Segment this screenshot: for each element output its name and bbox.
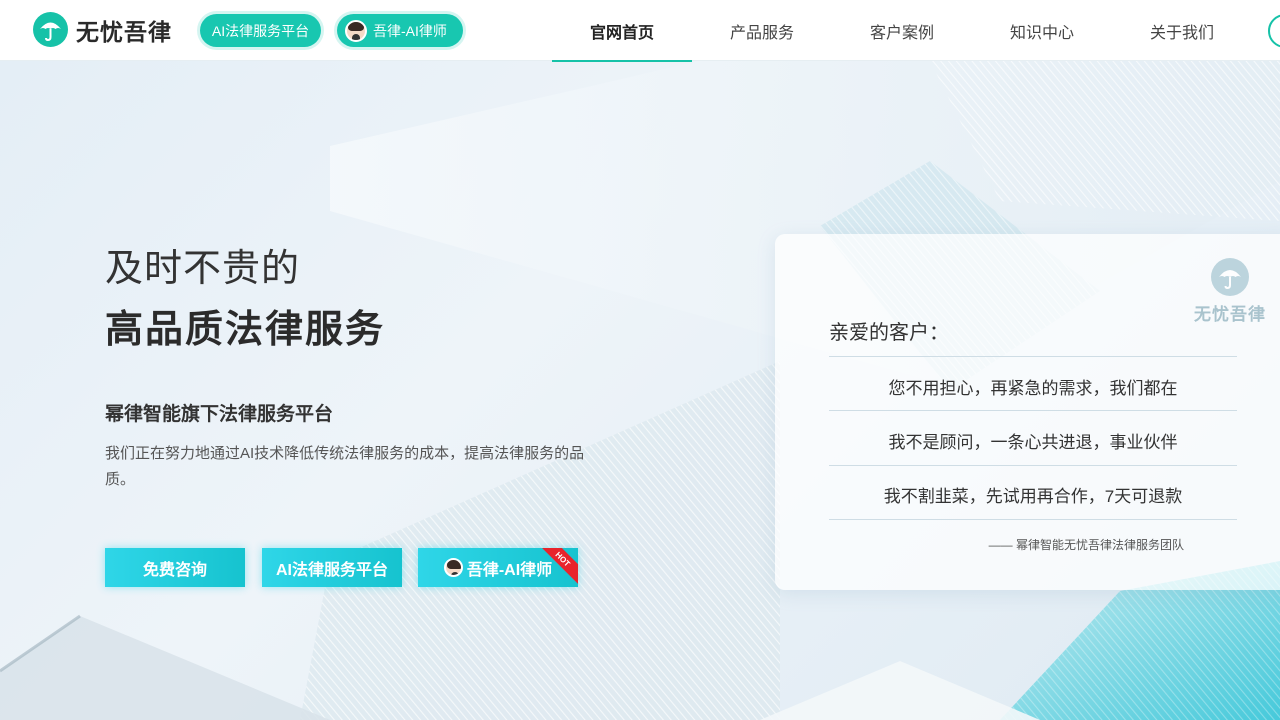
ai-lawyer-pill-label: 吾律-AI律师 [373, 22, 447, 39]
card-divider [829, 356, 1237, 357]
header-action-circle[interactable] [1268, 14, 1280, 48]
umbrella-icon [1211, 258, 1249, 296]
card-signature: —— 幂律智能无忧吾律法律服务团队 [988, 538, 1184, 552]
nav-item-about[interactable]: 关于我们 [1112, 0, 1252, 61]
platform-pill-button[interactable]: AI法律服务平台 [200, 14, 321, 47]
lawyer-avatar-icon [443, 558, 463, 577]
watermark-text: 无忧吾律 [1194, 305, 1266, 324]
top-header: 无忧吾律 AI法律服务平台 吾律-AI律师 官网首页 产品服务 客户案例 知识中… [0, 0, 1280, 62]
hero-title-line2: 高品质法律服务 [105, 309, 386, 351]
main-nav: 官网首页 产品服务 客户案例 知识中心 关于我们 [552, 0, 1252, 62]
card-line-2: 我不是顾问，一条心共进退，事业伙伴 [888, 433, 1178, 452]
card-divider [829, 519, 1237, 520]
logo-text: 无忧吾律 [76, 18, 172, 45]
nav-item-cases[interactable]: 客户案例 [832, 0, 972, 61]
site-logo[interactable]: 无忧吾律 [33, 12, 172, 47]
ai-lawyer-button[interactable]: 吾律-AI律师 HOT [418, 548, 578, 587]
ai-lawyer-pill-button[interactable]: 吾律-AI律师 [337, 14, 463, 47]
hero-description: 我们正在努力地通过AI技术降低传统法律服务的成本，提高法律服务的品质。 [105, 445, 585, 488]
umbrella-icon [33, 12, 68, 47]
card-line-1: 您不用担心，再紧急的需求，我们都在 [888, 379, 1178, 398]
card-line-3: 我不割韭菜，先试用再合作，7天可退款 [883, 487, 1183, 506]
hero-title-line1: 及时不贵的 [105, 248, 301, 290]
card-greeting: 亲爱的客户： [829, 322, 949, 344]
free-consult-button[interactable]: 免费咨询 [105, 548, 245, 587]
nav-item-home[interactable]: 官网首页 [552, 0, 692, 62]
hero-subtitle: 幂律智能旗下法律服务平台 [105, 404, 334, 425]
card-divider [829, 465, 1237, 466]
ai-lawyer-button-label: 吾律-AI律师 [466, 561, 553, 579]
platform-button[interactable]: AI法律服务平台 [262, 548, 402, 587]
card-divider [829, 410, 1237, 411]
nav-item-knowledge[interactable]: 知识中心 [972, 0, 1112, 61]
card-watermark: 无忧吾律 [1185, 258, 1275, 325]
lawyer-avatar-icon [345, 19, 367, 42]
nav-item-products[interactable]: 产品服务 [692, 0, 832, 61]
